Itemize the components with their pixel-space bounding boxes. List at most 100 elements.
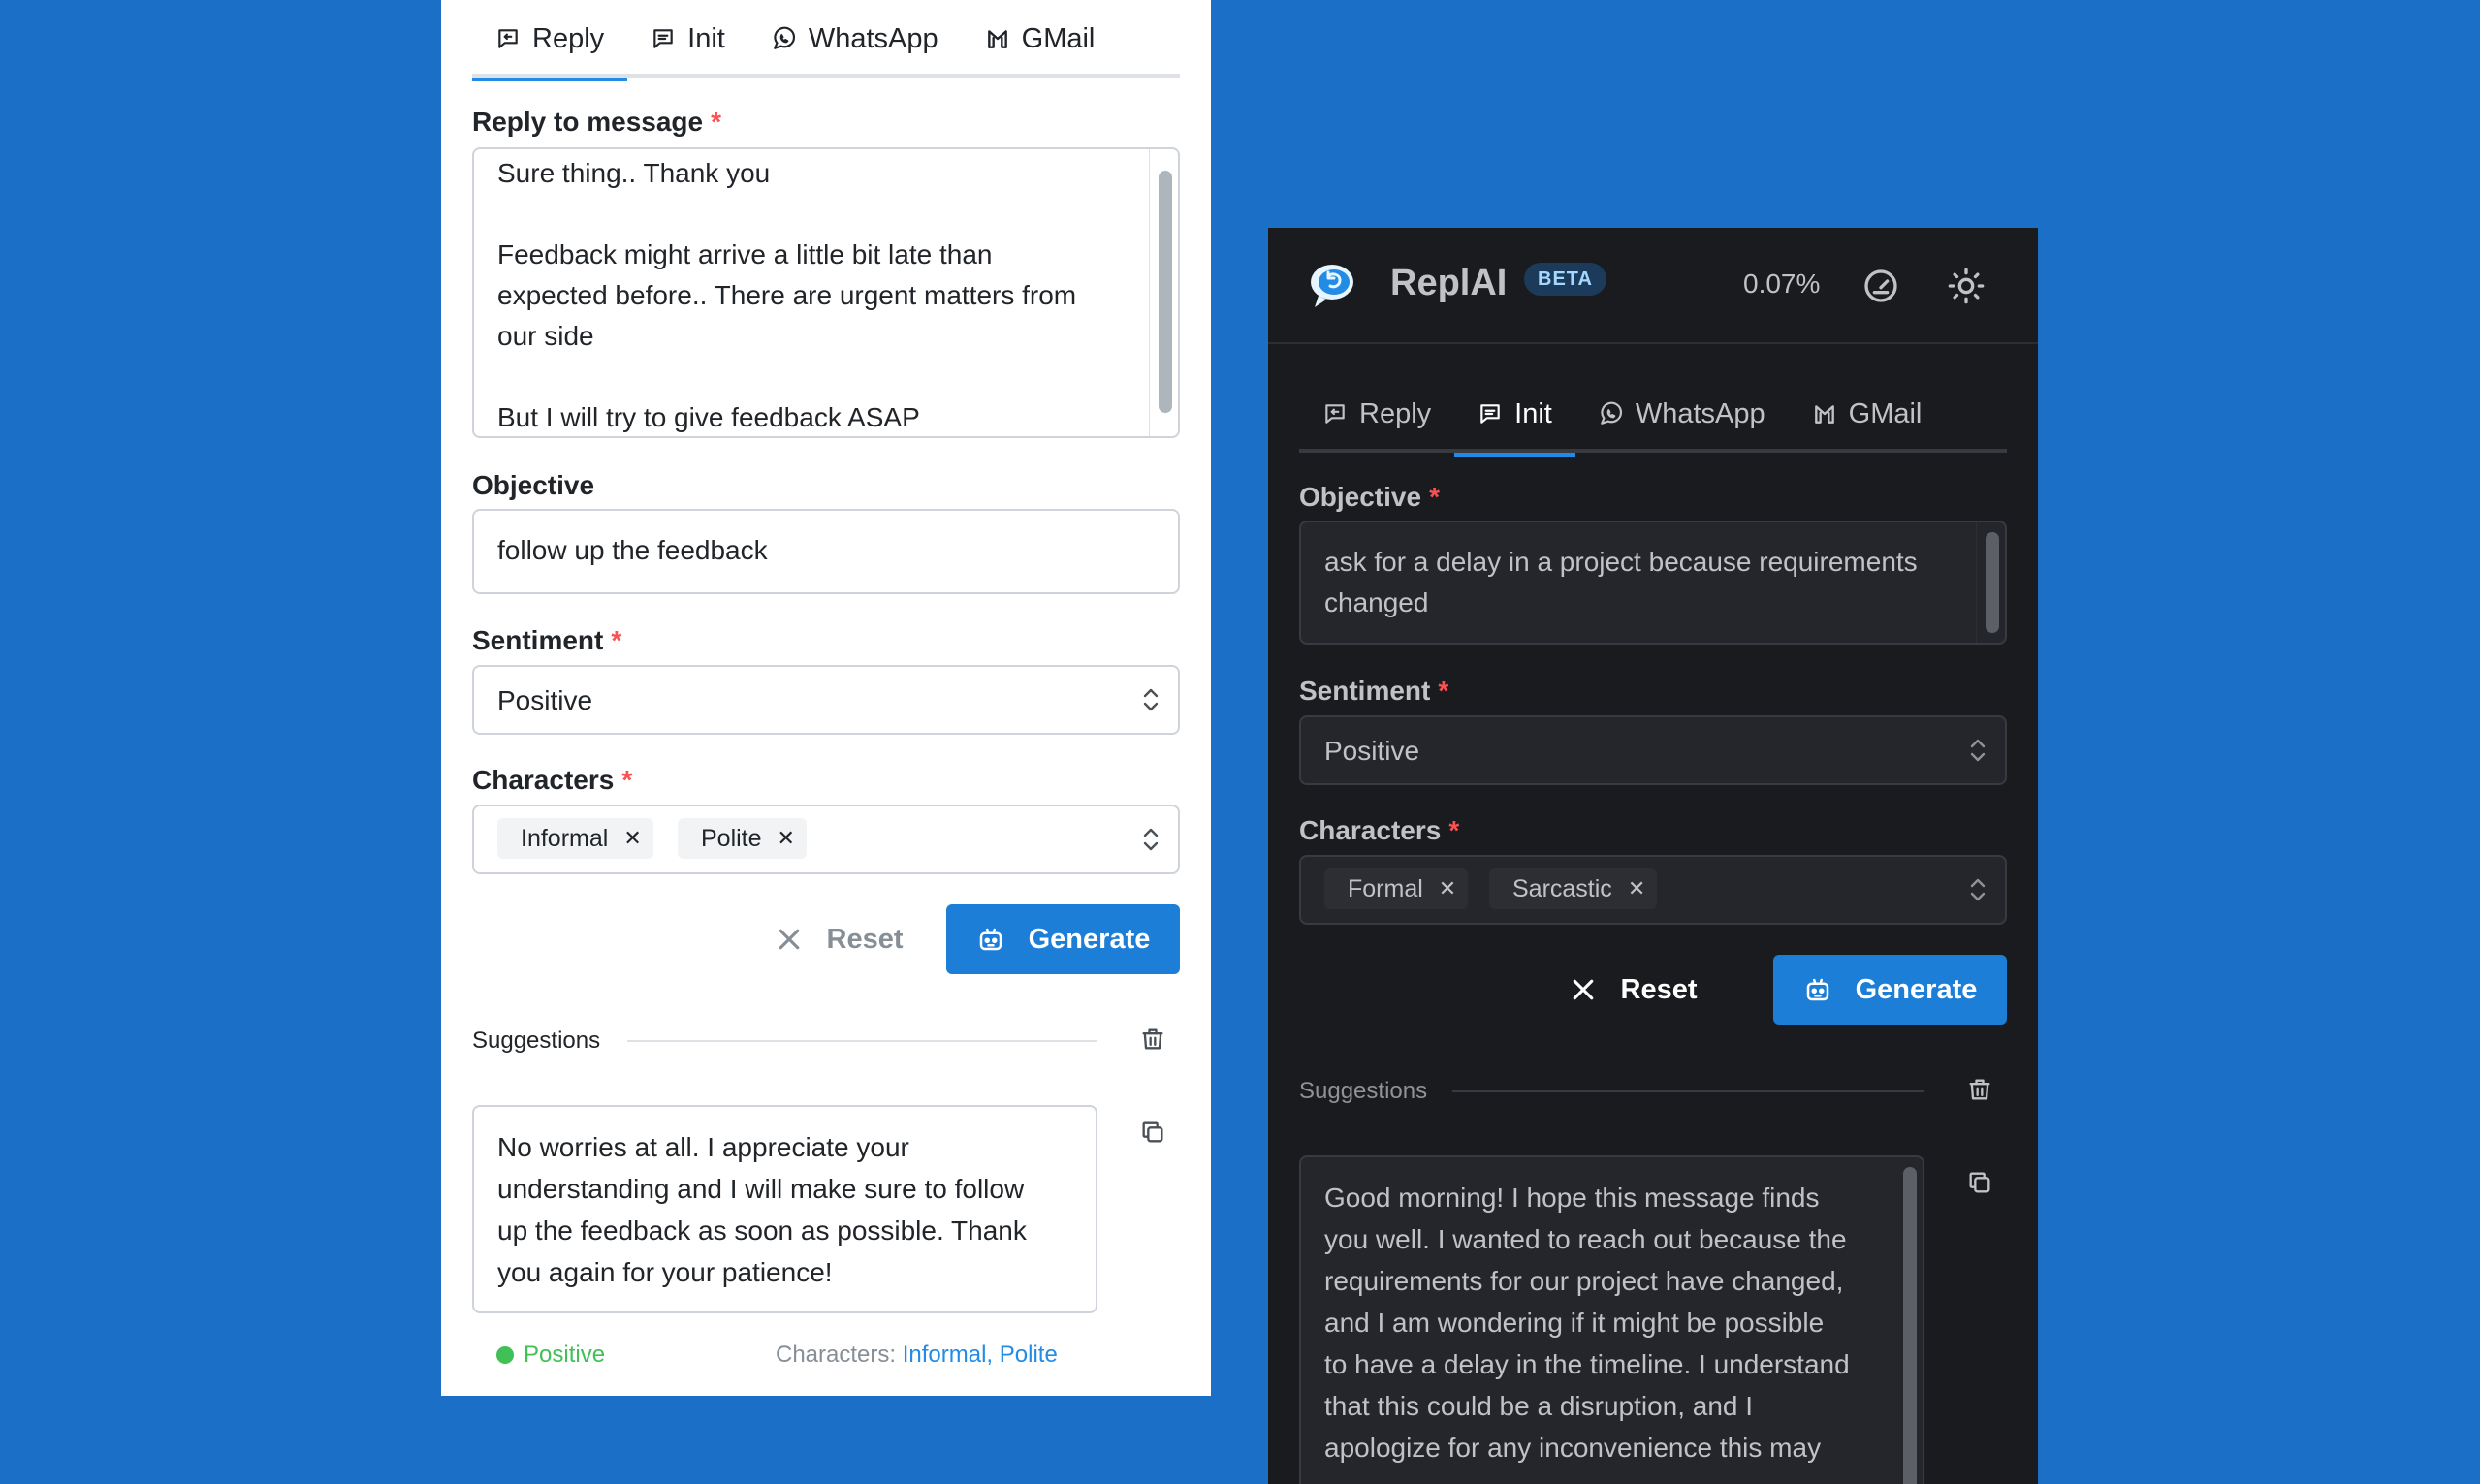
sentiment-dot [496,1346,514,1364]
generate-button[interactable]: Generate [946,904,1180,974]
text-line [497,194,1124,235]
reply-message-textarea[interactable]: Sure thing.. Thank you Feedback might ar… [472,147,1180,438]
pill-label: Sarcastic [1512,874,1612,902]
suggestion-line: apologize for any inconvenience this may [1324,1433,1822,1463]
suggestion-line: you again for your patience! [497,1257,833,1287]
objective-textarea[interactable]: ask for a delay in a project because req… [1299,521,2007,645]
copy-suggestion-button[interactable] [1135,1115,1170,1150]
suggestions-label: Suggestions [1299,1078,1428,1104]
objective-input[interactable]: follow up the feedback [472,509,1180,594]
suggestion-line: understanding and I will make sure to fo… [497,1174,1025,1204]
character-pill: Formal ✕ [1324,868,1469,909]
objective-value: follow up the feedback [497,535,768,565]
characters-list: Informal, Polite [902,1342,1058,1368]
characters-prefix: Characters: [776,1342,897,1368]
gmail-icon [1814,405,1834,424]
suggestions-label: Suggestions [472,1027,601,1054]
label-text: Characters [472,765,615,795]
gauge-icon[interactable] [1861,267,1900,305]
sentiment-select[interactable]: Positive [472,665,1180,735]
message-reply-icon [1325,404,1345,424]
beta-badge: BETA [1524,263,1606,296]
robot-icon [979,928,1002,951]
trash-icon [1969,1079,1990,1100]
required-asterisk: * [621,765,633,795]
tab-label: GMail [1021,22,1096,54]
mode-tabs: Reply Init WhatsApp GMail [1299,375,2007,457]
sun-icon[interactable] [1947,267,1986,305]
text-line: Sure thing.. Thank you [497,158,771,188]
reply-to-message-label: Reply to message * [472,107,721,138]
suggestions-divider [1452,1090,1924,1092]
required-asterisk: * [611,625,622,655]
characters-multiselect[interactable]: Formal ✕ Sarcastic ✕ [1299,855,2007,925]
tab-reply[interactable]: Reply [472,0,628,81]
tab-whatsapp[interactable]: WhatsApp [1575,375,1789,453]
characters-label: Characters * [472,765,632,796]
tab-reply[interactable]: Reply [1299,375,1454,453]
tab-label: WhatsApp [1635,397,1765,429]
sentiment-select[interactable]: Positive [1299,715,2007,785]
text-line: expected before.. There are urgent matte… [497,280,1077,310]
copy-icon [1142,1121,1163,1143]
character-pill: Polite ✕ [678,818,807,859]
generate-button[interactable]: Generate [1773,955,2007,1025]
copy-suggestion-button[interactable] [1962,1165,1997,1200]
trash-icon [1142,1028,1163,1050]
character-pill: Sarcastic ✕ [1489,868,1658,909]
scrollbar-thumb[interactable] [1986,532,1999,633]
text-line: But I will try to give feedback ASAP [497,402,920,432]
textarea-scrollbar[interactable] [1149,149,1178,436]
sentiment-label: Sentiment * [1299,676,1448,707]
character-pill: Informal ✕ [497,818,653,859]
objective-label: Objective * [1299,482,1440,513]
selector-chevron-icon [1970,878,1986,901]
tab-whatsapp[interactable]: WhatsApp [748,0,962,78]
dark-mode-panel: ReplAI BETA 0.07% Reply Init WhatsApp GM… [1268,228,2038,1484]
reset-button[interactable]: Reset [1536,955,1730,1025]
tab-gmail[interactable]: GMail [962,0,1119,78]
label-text: Objective [1299,482,1422,512]
characters-multiselect[interactable]: Informal ✕ Polite ✕ [472,805,1180,874]
remove-pill-icon[interactable]: ✕ [1628,876,1645,901]
text-line: our side [497,321,594,351]
tab-gmail[interactable]: GMail [1789,375,1946,453]
suggestion-card: Good morning! I hope this message finds … [1299,1155,1924,1484]
tab-init[interactable]: Init [627,0,748,78]
required-asterisk: * [711,107,722,137]
clear-suggestions-button[interactable] [1962,1072,1997,1107]
selector-chevron-icon [1970,739,1986,762]
pill-label: Polite [701,824,762,852]
gmail-icon [987,30,1007,48]
reset-label: Reset [1620,973,1698,1005]
reply-message-lines: Sure thing.. Thank you Feedback might ar… [497,153,1124,438]
label-text: Characters [1299,815,1442,845]
clear-suggestions-button[interactable] [1135,1022,1170,1057]
generate-label: Generate [1855,973,1978,1005]
mode-tabs: Reply Init WhatsApp GMail [472,0,1180,81]
label-text: Sentiment [1299,676,1431,706]
textarea-scrollbar[interactable] [1976,522,2005,643]
remove-pill-icon[interactable]: ✕ [1439,876,1456,901]
suggestion-line: and I am wondering if it might be possib… [1324,1308,1825,1338]
tab-init[interactable]: Init [1454,375,1575,457]
suggestion-line: No worries at all. I appreciate your [497,1132,909,1162]
suggestion-card: No worries at all. I appreciate your und… [472,1105,1097,1313]
suggestions-divider [627,1040,1097,1042]
suggestion-line: requirements for our project have change… [1324,1266,1844,1296]
replai-logo-icon [1311,265,1353,307]
reset-label: Reset [826,923,904,955]
reset-button[interactable]: Reset [742,904,936,974]
text-line: Feedback might arrive a little bit late … [497,239,993,269]
suggestion-line: you well. I wanted to reach out because … [1324,1224,1847,1254]
scrollbar-thumb[interactable] [1159,171,1172,413]
generate-label: Generate [1028,923,1151,955]
suggestion-scrollbar-thumb[interactable] [1903,1167,1917,1484]
message-reply-icon [498,29,518,48]
suggestion-line: to have a delay in the timeline. I under… [1324,1349,1850,1379]
remove-pill-icon[interactable]: ✕ [778,826,795,851]
required-asterisk: * [1448,815,1460,845]
remove-pill-icon[interactable]: ✕ [623,826,641,851]
suggestion-line: Good morning! I hope this message finds [1324,1183,1820,1213]
pill-label: Formal [1348,874,1423,902]
